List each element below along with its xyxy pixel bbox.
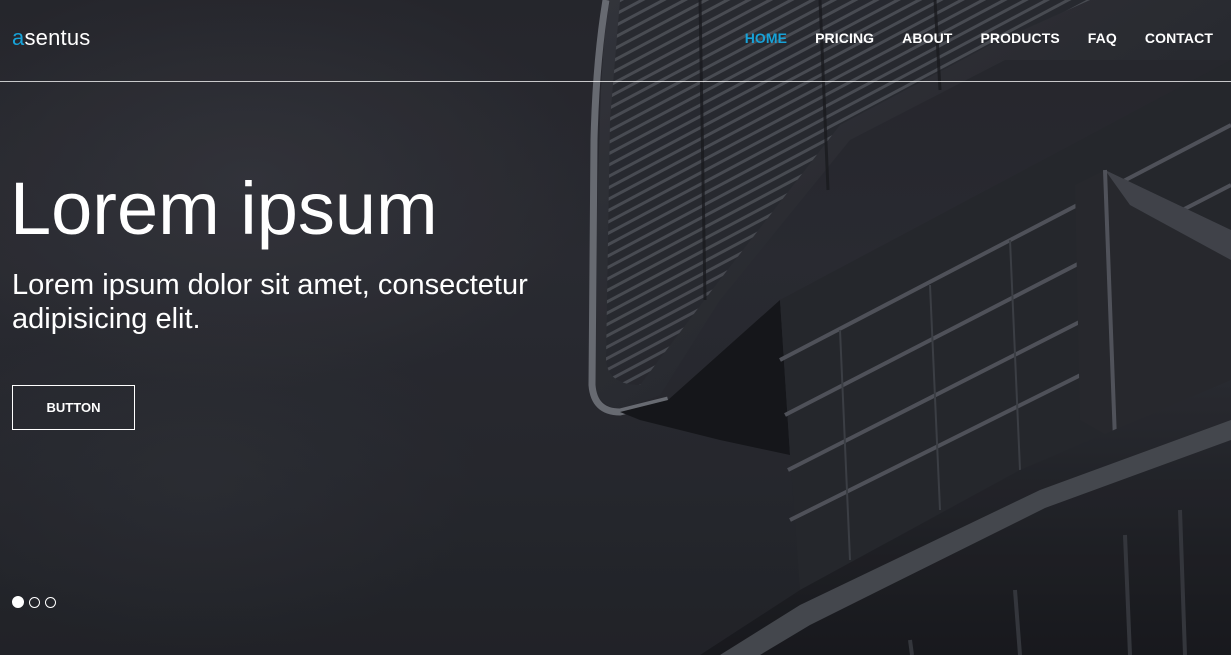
nav-about-link[interactable]: ABOUT	[902, 29, 952, 47]
nav-products-link[interactable]: PRODUCTS	[980, 29, 1059, 47]
nav-home-link[interactable]: HOME	[745, 29, 787, 47]
logo-text: sentus	[24, 25, 91, 50]
top-navbar: asentus HOME PRICING ABOUT PRODUCTS FAQ …	[0, 0, 1231, 82]
main-nav: HOME PRICING ABOUT PRODUCTS FAQ CONTACT	[717, 29, 1213, 47]
slider-dot-2[interactable]	[29, 597, 40, 608]
hero-cta-button[interactable]: BUTTON	[12, 385, 135, 430]
slider-pagination	[12, 596, 61, 608]
nav-contact-link[interactable]: CONTACT	[1145, 29, 1213, 47]
slider-dot-1[interactable]	[12, 596, 24, 608]
hero-section: asentus HOME PRICING ABOUT PRODUCTS FAQ …	[0, 0, 1231, 655]
logo-accent-letter: a	[12, 25, 25, 50]
slider-dot-3[interactable]	[45, 597, 56, 608]
hero-subtitle: Lorem ipsum dolor sit amet, consectetur …	[12, 269, 528, 335]
brand-logo[interactable]: asentus	[12, 25, 90, 51]
hero-title: Lorem ipsum	[10, 167, 438, 250]
nav-faq-link[interactable]: FAQ	[1088, 29, 1117, 47]
nav-pricing-link[interactable]: PRICING	[815, 29, 874, 47]
